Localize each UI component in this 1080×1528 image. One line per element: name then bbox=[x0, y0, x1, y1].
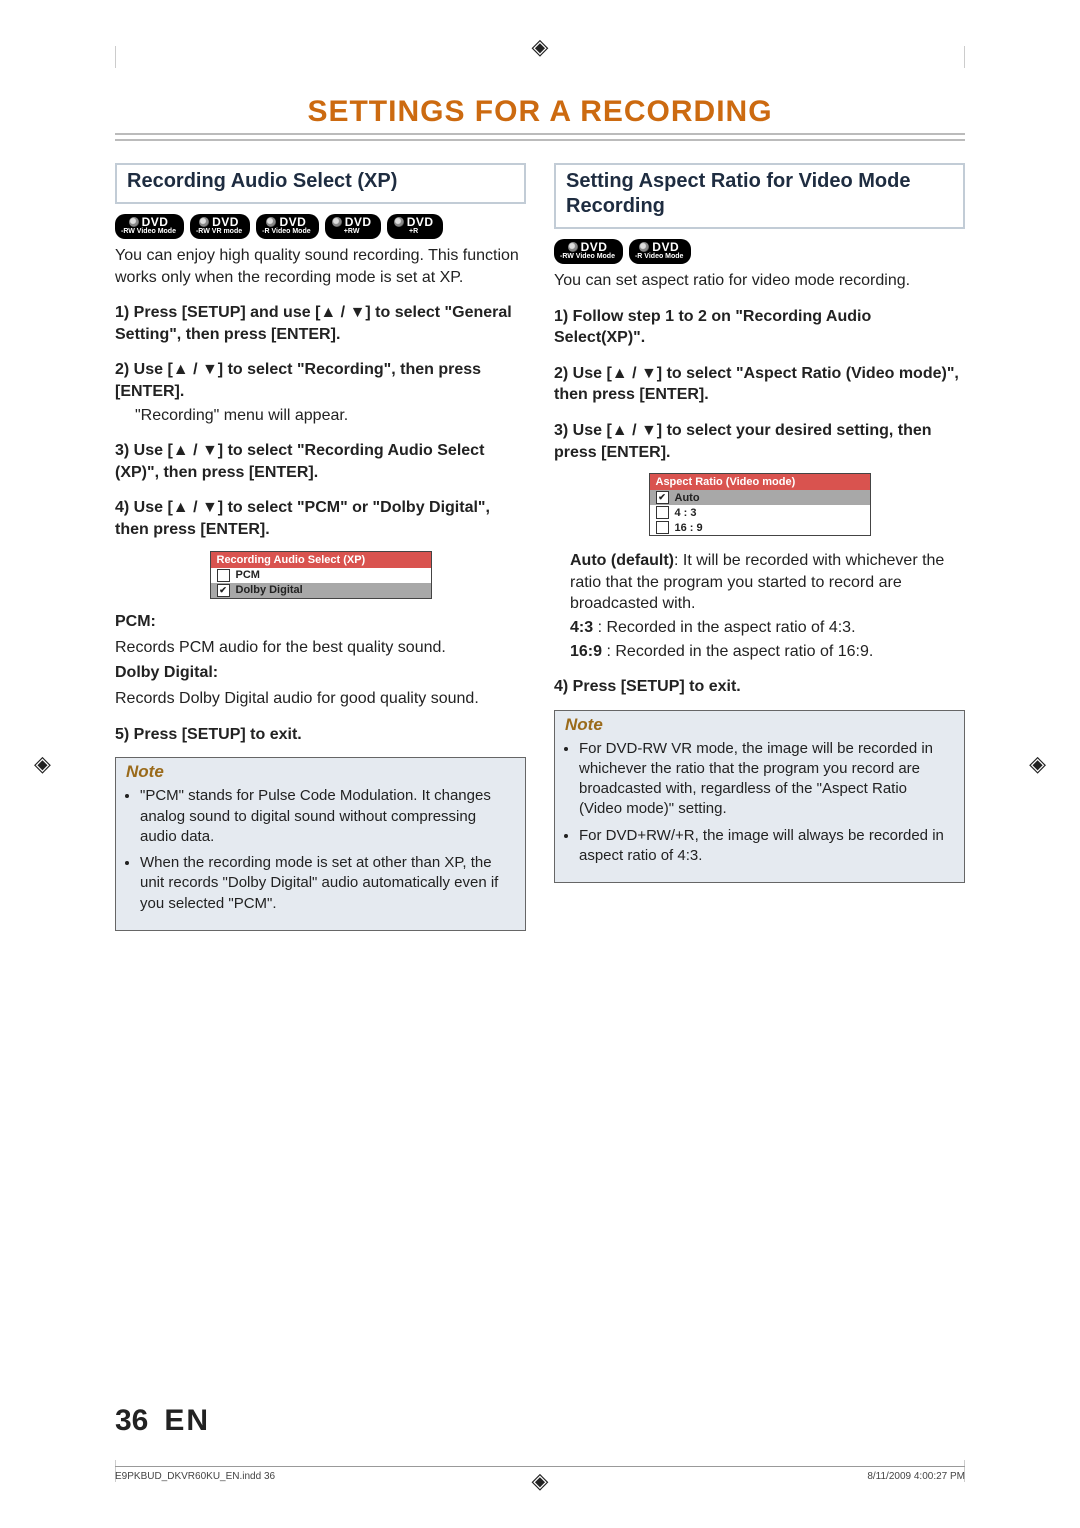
step-left-2: 2) Use [▲ / ▼] to select "Recording", th… bbox=[115, 359, 526, 402]
page-footer: 36 EN bbox=[115, 1404, 965, 1438]
note-list: "PCM" stands for Pulse Code Modulation. … bbox=[126, 786, 515, 914]
registration-mark-top: ◈ bbox=[532, 34, 549, 60]
title-rule bbox=[115, 133, 965, 141]
page-title: SETTINGS FOR A RECORDING bbox=[115, 95, 965, 129]
menu-header: Recording Audio Select (XP) bbox=[211, 552, 431, 568]
auto-label: Auto (default) bbox=[570, 552, 674, 569]
step-right-2: 2) Use [▲ / ▼] to select "Aspect Ratio (… bbox=[554, 363, 965, 406]
menu-row-selected: ✔ Dolby Digital bbox=[211, 583, 431, 598]
auto-description: Auto (default): It will be recorded with… bbox=[570, 550, 965, 615]
ratio-16-9-row: 16:9 : Recorded in the aspect ratio of 1… bbox=[570, 641, 965, 663]
menu-row-selected: ✔ Auto bbox=[650, 490, 870, 505]
note-list: For DVD-RW VR mode, the image will be re… bbox=[565, 739, 954, 867]
menu-item-label: Dolby Digital bbox=[236, 584, 303, 596]
indd-filename: E9PKBUD_DKVR60KU_EN.indd 36 bbox=[115, 1471, 275, 1482]
page-number: 36 bbox=[115, 1404, 148, 1438]
step-left-2-after: "Recording" menu will appear. bbox=[135, 405, 526, 427]
crop-guide bbox=[115, 46, 116, 68]
right-column: Setting Aspect Ratio for Video Mode Reco… bbox=[554, 163, 965, 931]
left-column: Recording Audio Select (XP) DVD-RW Video… bbox=[115, 163, 526, 931]
note-item: For DVD-RW VR mode, the image will be re… bbox=[579, 739, 954, 820]
menu-item-label: 16 : 9 bbox=[675, 522, 703, 534]
print-timestamp: 8/11/2009 4:00:27 PM bbox=[867, 1471, 965, 1482]
disc-icon: DVD-RW Video Mode bbox=[554, 239, 623, 264]
section-title-right: Setting Aspect Ratio for Video Mode Reco… bbox=[566, 169, 953, 219]
menu-item-label: PCM bbox=[236, 569, 260, 581]
checkbox-empty-icon bbox=[217, 569, 230, 582]
ratio-4-3-row: 4:3 : Recorded in the aspect ratio of 4:… bbox=[570, 617, 965, 639]
section-header-left: Recording Audio Select (XP) bbox=[115, 163, 526, 204]
disc-icon: DVD-RW Video Mode bbox=[115, 214, 184, 239]
checkbox-checked-icon: ✔ bbox=[656, 491, 669, 504]
manual-page: ◈ ◈ ◈ ◈ SETTINGS FOR A RECORDING Recordi… bbox=[0, 0, 1080, 1528]
menu-item-label: Auto bbox=[675, 492, 700, 504]
section-header-right: Setting Aspect Ratio for Video Mode Reco… bbox=[554, 163, 965, 229]
step-left-1: 1) Press [SETUP] and use [▲ / ▼] to sele… bbox=[115, 302, 526, 345]
ratio-4-3-body: : Recorded in the aspect ratio of 4:3. bbox=[598, 619, 856, 636]
step-right-3: 3) Use [▲ / ▼] to select your desired se… bbox=[554, 420, 965, 463]
disc-icon: DVD-R Video Mode bbox=[256, 214, 318, 239]
step-left-5: 5) Press [SETUP] to exit. bbox=[115, 724, 526, 746]
disc-icon: DVD+RW bbox=[325, 214, 381, 239]
ratio-16-9-label: 16:9 bbox=[570, 643, 602, 660]
onscreen-menu-right: Aspect Ratio (Video mode) ✔ Auto 4 : 3 1… bbox=[649, 473, 871, 536]
menu-row: 4 : 3 bbox=[650, 505, 870, 520]
disc-icon: DVD+R bbox=[387, 214, 443, 239]
print-metadata: E9PKBUD_DKVR60KU_EN.indd 36 8/11/2009 4:… bbox=[115, 1466, 965, 1482]
menu-row: PCM bbox=[211, 568, 431, 583]
checkbox-checked-icon: ✔ bbox=[217, 584, 230, 597]
section-title-left: Recording Audio Select (XP) bbox=[127, 169, 514, 194]
step-right-1: 1) Follow step 1 to 2 on "Recording Audi… bbox=[554, 306, 965, 349]
note-title: Note bbox=[126, 762, 515, 782]
pcm-body: Records PCM audio for the best quality s… bbox=[115, 637, 526, 659]
disc-icons-right: DVD-RW Video Mode DVD-R Video Mode bbox=[554, 239, 965, 264]
menu-header: Aspect Ratio (Video mode) bbox=[650, 474, 870, 490]
note-item: For DVD+RW/+R, the image will always be … bbox=[579, 826, 954, 867]
registration-mark-right: ◈ bbox=[1029, 751, 1046, 777]
note-box-right: Note For DVD-RW VR mode, the image will … bbox=[554, 710, 965, 884]
dolby-heading: Dolby Digital: bbox=[115, 664, 526, 682]
menu-item-label: 4 : 3 bbox=[675, 507, 697, 519]
crop-guide bbox=[964, 46, 965, 68]
checkbox-empty-icon bbox=[656, 521, 669, 534]
intro-left: You can enjoy high quality sound recordi… bbox=[115, 245, 526, 288]
registration-mark-left: ◈ bbox=[34, 751, 51, 777]
language-label: EN bbox=[164, 1404, 210, 1438]
menu-row: 16 : 9 bbox=[650, 520, 870, 535]
disc-icon: DVD-R Video Mode bbox=[629, 239, 691, 264]
note-item: When the recording mode is set at other … bbox=[140, 853, 515, 914]
disc-icon: DVD-RW VR mode bbox=[190, 214, 250, 239]
dolby-body: Records Dolby Digital audio for good qua… bbox=[115, 688, 526, 710]
note-title: Note bbox=[565, 715, 954, 735]
onscreen-menu-left: Recording Audio Select (XP) PCM ✔ Dolby … bbox=[210, 551, 432, 599]
ratio-16-9-body: : Recorded in the aspect ratio of 16:9. bbox=[606, 643, 873, 660]
content-columns: Recording Audio Select (XP) DVD-RW Video… bbox=[115, 163, 965, 931]
step-left-3: 3) Use [▲ / ▼] to select "Recording Audi… bbox=[115, 440, 526, 483]
step-left-4: 4) Use [▲ / ▼] to select "PCM" or "Dolby… bbox=[115, 497, 526, 540]
checkbox-empty-icon bbox=[656, 506, 669, 519]
pcm-heading: PCM: bbox=[115, 613, 526, 631]
intro-right: You can set aspect ratio for video mode … bbox=[554, 270, 965, 292]
disc-icons-left: DVD-RW Video Mode DVD-RW VR mode DVD-R V… bbox=[115, 214, 526, 239]
note-box-left: Note "PCM" stands for Pulse Code Modulat… bbox=[115, 757, 526, 931]
step-right-4: 4) Press [SETUP] to exit. bbox=[554, 676, 965, 698]
ratio-4-3-label: 4:3 bbox=[570, 619, 593, 636]
note-item: "PCM" stands for Pulse Code Modulation. … bbox=[140, 786, 515, 847]
